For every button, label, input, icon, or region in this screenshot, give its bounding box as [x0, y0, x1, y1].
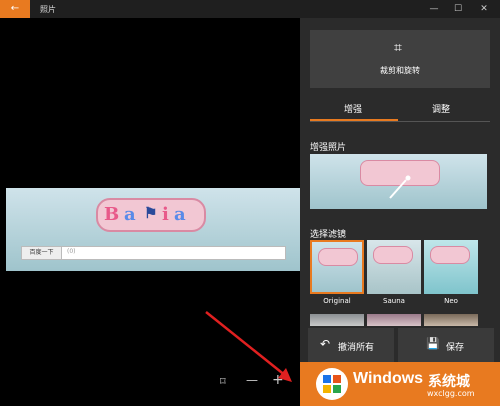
photo-searchbox: 百度一下 (0) — [21, 246, 286, 260]
watermark-suffix: 系统城 — [428, 374, 470, 390]
filter-original-doodle — [318, 248, 358, 266]
crop-rotate-button[interactable]: ⌗ 裁剪和旋转 — [310, 30, 490, 88]
tab-active-indicator — [310, 119, 398, 121]
tab-divider — [310, 121, 490, 122]
photo-image: B a ⚑ i a 百度一下 (0) — [6, 188, 300, 271]
tab-adjust[interactable]: 调整 — [432, 102, 450, 115]
filter-row2-thumb[interactable] — [310, 314, 364, 326]
filter-original[interactable] — [310, 240, 364, 294]
filter-neo-label: Neo — [444, 297, 458, 305]
annotation-arrow — [205, 311, 292, 382]
filter-neo[interactable] — [424, 240, 478, 294]
edit-panel: ⌗ 裁剪和旋转 增强 调整 增强照片 选择滤镜 Original Sauna N… — [300, 18, 500, 362]
filter-sauna-label: Sauna — [383, 297, 405, 305]
save-label: 保存 — [446, 343, 465, 353]
save-icon: 💾 — [426, 337, 440, 350]
filter-row2-thumb[interactable] — [367, 314, 421, 326]
filters-title: 选择滤镜 — [310, 230, 347, 240]
tab-enhance[interactable]: 增强 — [344, 102, 362, 115]
undo-all-button[interactable]: ↶ 撤消所有 — [308, 328, 394, 362]
save-button[interactable]: 💾 保存 — [398, 328, 494, 362]
watermark: Windows 系统城 wxclgg.com — [315, 366, 495, 402]
filter-neo-doodle — [430, 246, 470, 264]
filter-sauna[interactable] — [367, 240, 421, 294]
photo-search-text: (0) — [67, 248, 76, 255]
watermark-brand: Windows — [353, 370, 424, 387]
photo-search-button: 百度一下 — [22, 247, 62, 259]
magic-wand-icon — [389, 175, 411, 199]
filter-row2-thumb[interactable] — [424, 314, 478, 326]
close-button[interactable]: ✕ — [470, 0, 498, 18]
crop-icon: ⌗ — [394, 40, 402, 56]
undo-all-label: 撤消所有 — [338, 343, 375, 353]
watermark-url: wxclgg.com — [427, 389, 475, 398]
enhance-photo-thumbnail[interactable] — [310, 154, 487, 209]
filter-original-label: Original — [323, 297, 351, 305]
undo-icon: ↶ — [320, 337, 331, 351]
maximize-button[interactable]: ☐ — [444, 0, 472, 18]
back-arrow-icon: ← — [10, 3, 20, 14]
enhance-title: 增强照片 — [310, 143, 347, 153]
title-bar: ← 照片 — ☐ ✕ — [0, 0, 500, 18]
crop-label: 裁剪和旋转 — [380, 66, 420, 75]
windows-logo-icon — [316, 368, 348, 400]
doodle-logo: B a ⚑ i a — [96, 198, 206, 232]
back-button[interactable]: ← — [0, 0, 30, 18]
filter-sauna-doodle — [373, 246, 413, 264]
app-title: 照片 — [40, 5, 56, 14]
